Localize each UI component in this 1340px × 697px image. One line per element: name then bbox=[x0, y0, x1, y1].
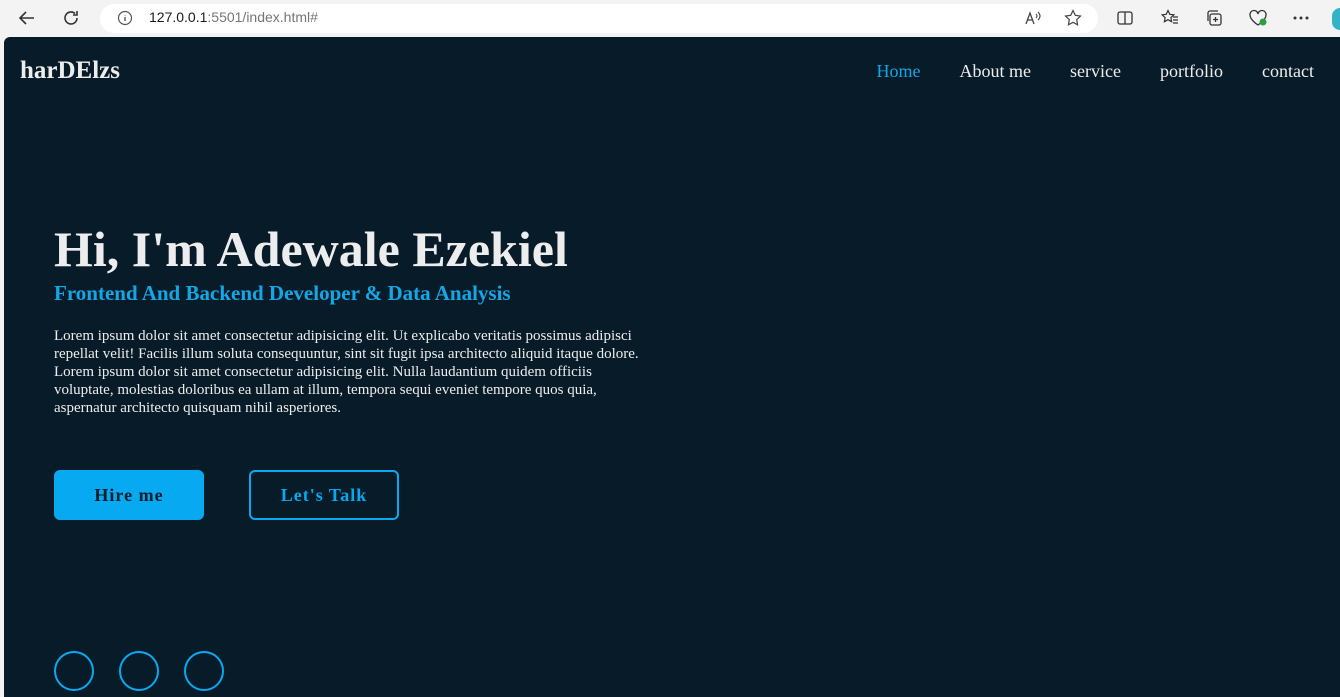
social-link-icon[interactable] bbox=[54, 651, 94, 691]
nav-home[interactable]: Home bbox=[877, 61, 921, 82]
url-path: :5501/index.html# bbox=[207, 9, 318, 25]
url-host: 127.0.0.1 bbox=[149, 9, 208, 25]
read-aloud-icon[interactable] bbox=[1024, 10, 1042, 31]
hero-description: Lorem ipsum dolor sit amet consectetur a… bbox=[54, 328, 639, 416]
favorite-star-icon[interactable] bbox=[1064, 9, 1082, 32]
nav-contact[interactable]: contact bbox=[1262, 61, 1314, 82]
hero-section: Hi, I'm Adewale Ezekiel Frontend And Bac… bbox=[54, 220, 654, 417]
url-text: 127.0.0.1:5501/index.html# bbox=[149, 9, 318, 25]
page-viewport: harDElzs Home About me service portfolio… bbox=[4, 37, 1340, 697]
social-link-icon[interactable] bbox=[119, 651, 159, 691]
main-nav: Home About me service portfolio contact bbox=[877, 61, 1314, 82]
hero-heading: Hi, I'm Adewale Ezekiel bbox=[54, 221, 568, 277]
refresh-icon[interactable] bbox=[56, 4, 86, 32]
nav-service[interactable]: service bbox=[1070, 61, 1121, 82]
site-logo[interactable]: harDElzs bbox=[20, 57, 120, 85]
more-options-icon[interactable] bbox=[1286, 4, 1316, 32]
hire-me-button[interactable]: Hire me bbox=[54, 470, 204, 520]
browser-toolbar: 127.0.0.1:5501/index.html# bbox=[0, 0, 1340, 37]
split-screen-icon[interactable] bbox=[1110, 4, 1140, 32]
social-link-icon[interactable] bbox=[184, 651, 224, 691]
nav-portfolio[interactable]: portfolio bbox=[1160, 61, 1223, 82]
favorites-icon[interactable] bbox=[1155, 4, 1185, 32]
back-icon[interactable] bbox=[12, 4, 42, 32]
browser-essentials-icon[interactable] bbox=[1243, 4, 1273, 32]
copilot-icon[interactable] bbox=[1332, 8, 1340, 30]
nav-about-me[interactable]: About me bbox=[960, 61, 1032, 82]
site-info-icon[interactable] bbox=[117, 10, 133, 31]
lets-talk-button[interactable]: Let's Talk bbox=[249, 470, 399, 520]
address-bar[interactable]: 127.0.0.1:5501/index.html# bbox=[100, 4, 1098, 33]
hero-subheading: Frontend And Backend Developer & Data An… bbox=[54, 281, 511, 305]
collections-icon[interactable] bbox=[1199, 4, 1229, 32]
